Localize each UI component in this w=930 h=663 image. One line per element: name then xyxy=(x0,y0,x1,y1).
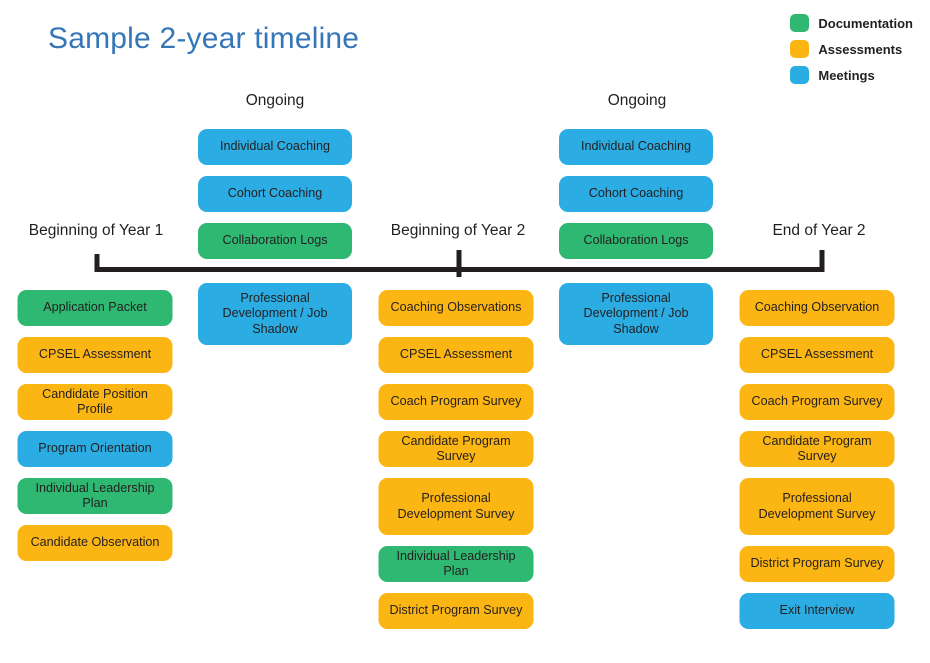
column-year2-ongoing-top: Individual Coaching Cohort Coaching Collab… xyxy=(559,129,713,259)
timeline-item: Professional Development / Job Shadow xyxy=(198,283,352,345)
timeline-item: Coach Program Survey xyxy=(378,384,534,420)
timeline-item: Coaching Observation xyxy=(739,290,895,326)
timeline-item: Collaboration Logs xyxy=(559,223,713,259)
legend-label-meetings: Meetings xyxy=(818,67,875,83)
timeline-item: Collaboration Logs xyxy=(198,223,352,259)
legend-label-assessments: Assessments xyxy=(818,41,903,57)
column-year2-ongoing-bottom: Professional Development / Job Shadow xyxy=(559,283,713,345)
timeline-item: Application Packet xyxy=(17,290,173,326)
column-year1-ongoing-top: Individual Coaching Cohort Coaching Collab… xyxy=(198,129,352,259)
timeline-item: Individual Leadership Plan xyxy=(17,478,173,514)
legend-swatch-meetings xyxy=(790,66,810,84)
timeline-item: Candidate Program Survey xyxy=(739,431,895,467)
legend-swatch-documentation xyxy=(790,14,810,32)
timeline-item: Individual Coaching xyxy=(559,129,713,165)
timeline-item: Professional Development / Job Shadow xyxy=(559,283,713,345)
column-year2-start: Coaching Observations CPSEL Assessment Coa… xyxy=(378,290,534,629)
legend-label-documentation: Documentation xyxy=(818,15,913,31)
timeline-diagram: Sample 2-year timeline Documentation Ass… xyxy=(0,0,930,663)
timeline-item: Candidate Position Profile xyxy=(17,384,173,420)
column-header-ongoing-year2: Ongoing xyxy=(607,92,667,109)
timeline-tick-end-year2 xyxy=(819,250,825,272)
timeline-tick-beginning-year2 xyxy=(456,250,462,277)
timeline-item: Cohort Coaching xyxy=(559,176,713,212)
timeline-item: Cohort Coaching xyxy=(198,176,352,212)
timeline-item: Coaching Observations xyxy=(378,290,534,326)
column-header-ongoing-year1: Ongoing xyxy=(245,92,305,109)
column-year1-ongoing-bottom: Professional Development / Job Shadow xyxy=(198,283,352,345)
legend: Documentation Assessments Meetings xyxy=(790,14,913,84)
page-title: Sample 2-year timeline xyxy=(48,22,360,55)
timeline-item: Program Orientation xyxy=(17,431,173,467)
timeline-item: Coach Program Survey xyxy=(739,384,895,420)
timeline-tick-beginning-year1 xyxy=(94,254,100,272)
timeline-item: Professional Development Survey xyxy=(739,478,895,535)
column-header-beginning-year1: Beginning of Year 1 xyxy=(28,222,164,239)
timeline-item: Candidate Program Survey xyxy=(378,431,534,467)
legend-item-assessments: Assessments xyxy=(790,40,902,58)
timeline-item: Individual Coaching xyxy=(198,129,352,165)
timeline-item: District Program Survey xyxy=(739,546,895,582)
timeline-item: Candidate Observation xyxy=(17,525,173,561)
legend-item-documentation: Documentation xyxy=(790,14,913,32)
column-header-end-year2: End of Year 2 xyxy=(772,222,866,239)
timeline-item: CPSEL Assessment xyxy=(378,337,534,373)
timeline-item: District Program Survey xyxy=(378,593,534,629)
timeline-item: Individual Leadership Plan xyxy=(378,546,534,582)
legend-swatch-assessments xyxy=(790,40,810,58)
column-header-beginning-year2: Beginning of Year 2 xyxy=(390,222,526,239)
timeline-item: CPSEL Assessment xyxy=(17,337,173,373)
timeline-item: CPSEL Assessment xyxy=(739,337,895,373)
column-year1-start: Application Packet CPSEL Assessment Candid… xyxy=(17,290,173,561)
timeline-item: Exit Interview xyxy=(739,593,895,629)
column-year2-end: Coaching Observation CPSEL Assessment Coac… xyxy=(739,290,895,629)
timeline-item: Professional Development Survey xyxy=(378,478,534,535)
legend-item-meetings: Meetings xyxy=(790,66,875,84)
